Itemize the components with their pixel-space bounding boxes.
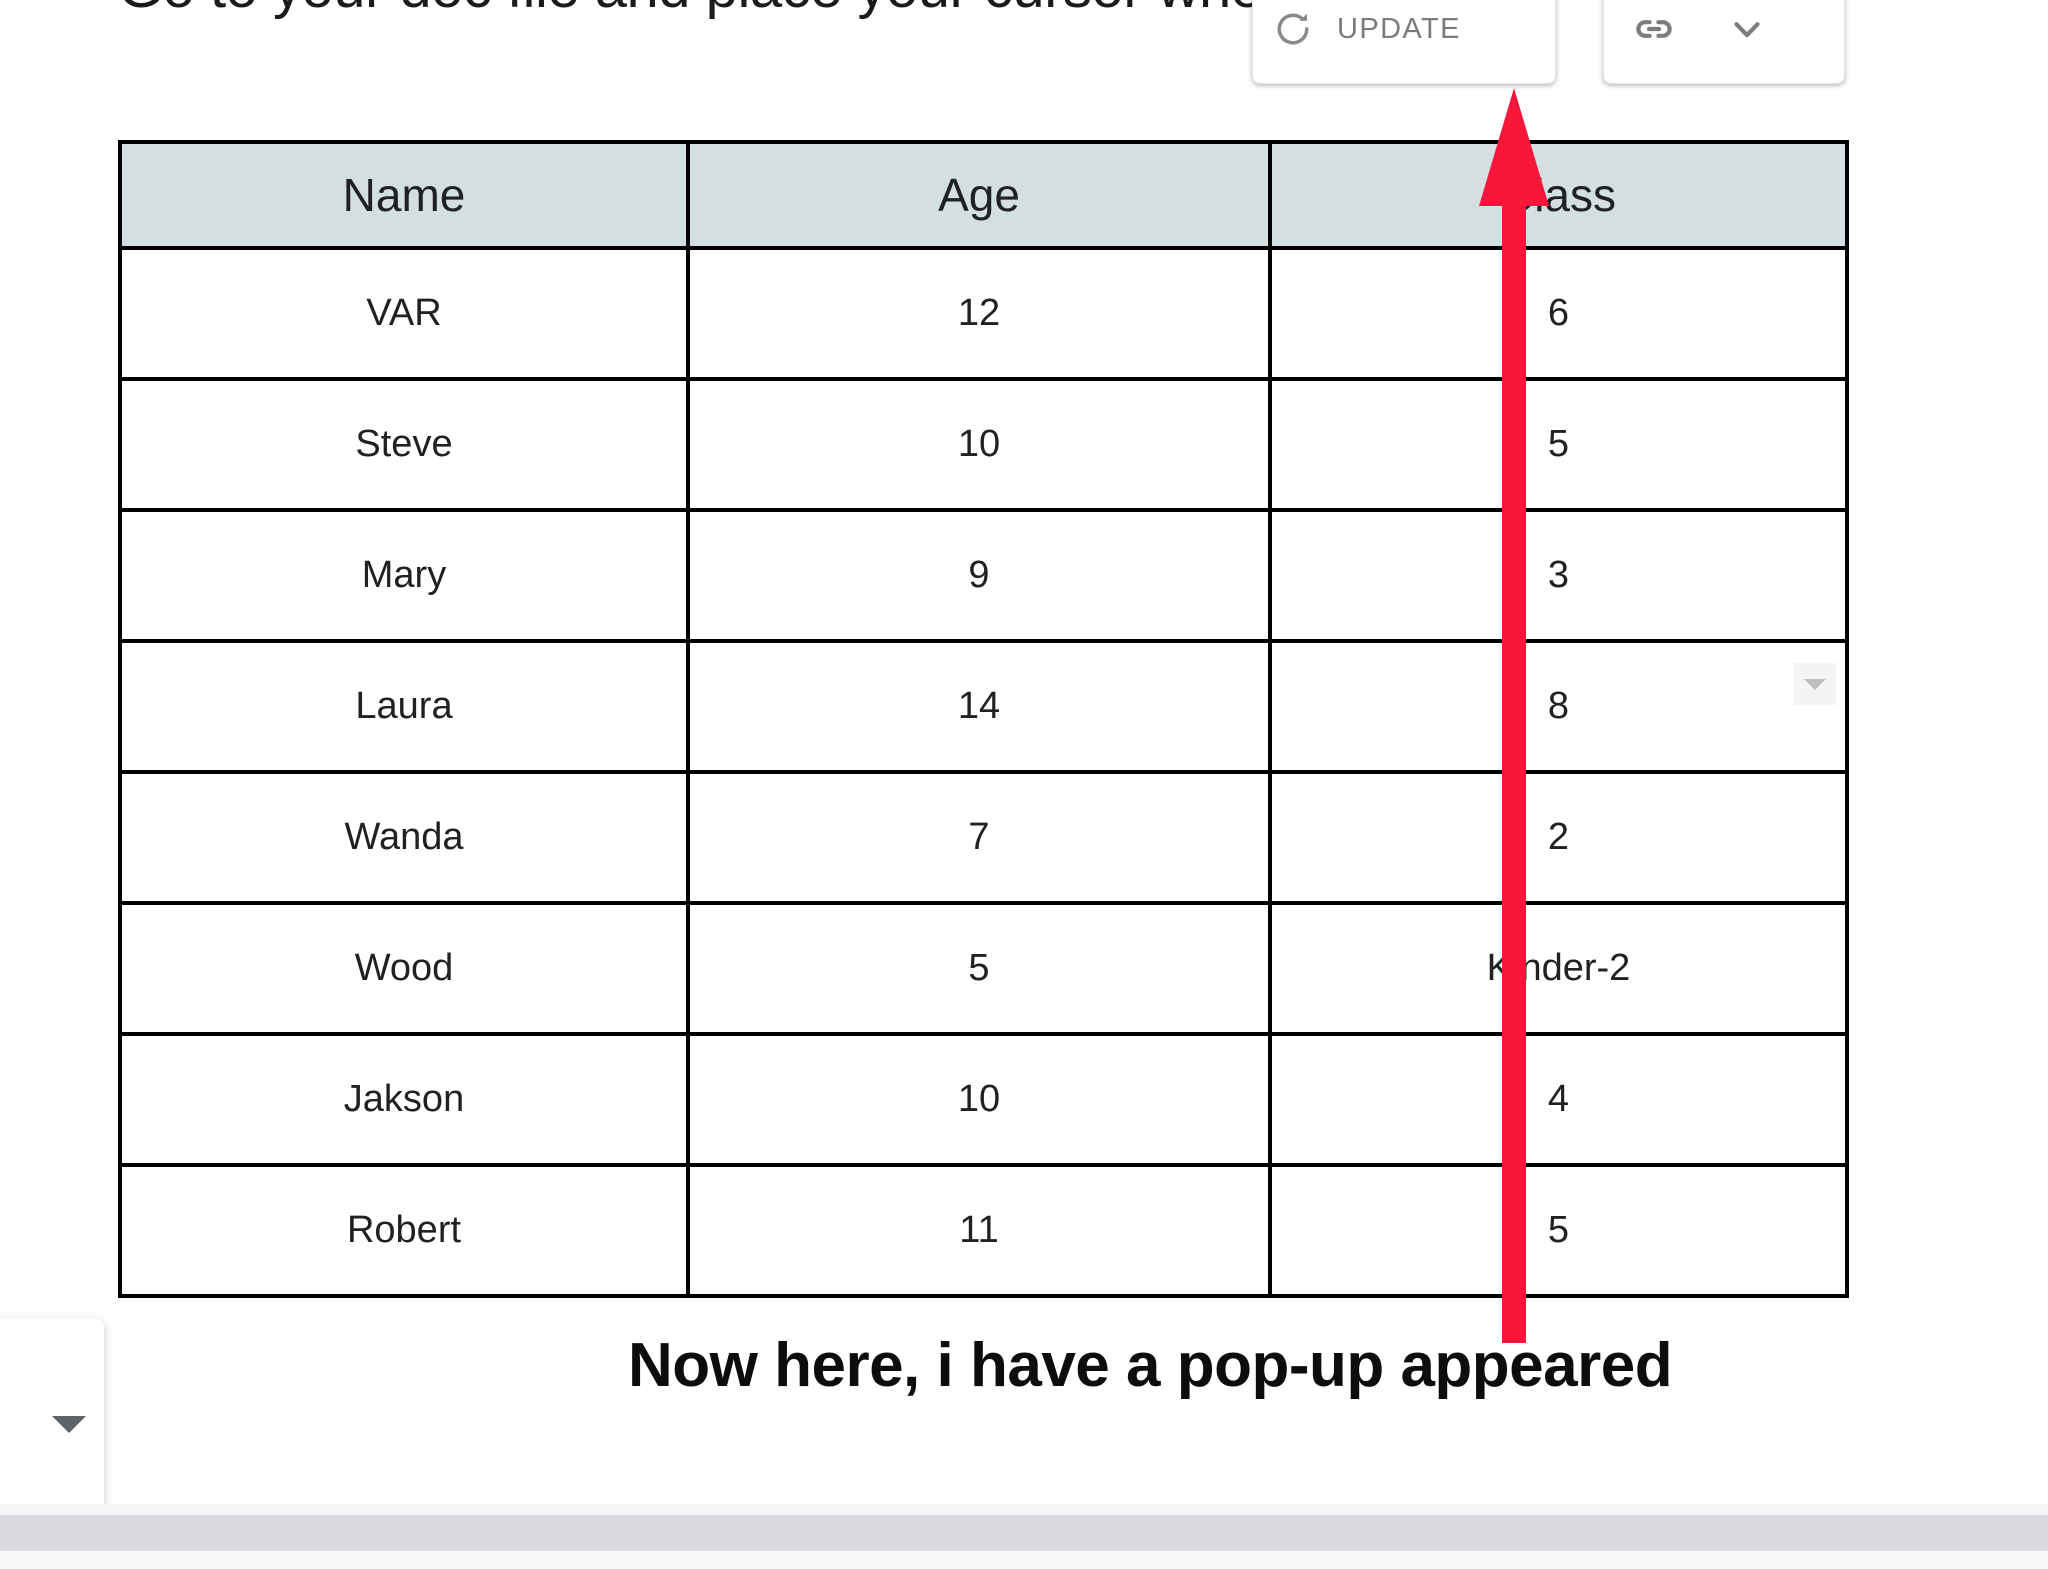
chevron-down-icon[interactable] <box>1724 6 1770 52</box>
cell-age: 12 <box>686 246 1272 381</box>
refresh-icon <box>1271 7 1315 51</box>
dropdown-triangle-icon[interactable] <box>1791 660 1839 708</box>
cell-name: Robert <box>118 1163 690 1298</box>
cell-class: 3 <box>1268 508 1849 643</box>
cell-name: Jakson <box>118 1032 690 1167</box>
table-row: Steve 10 5 <box>118 377 1849 512</box>
table-header-row: Name Age Class <box>118 140 1849 250</box>
window-bottom-edge <box>0 1551 2048 1569</box>
student-table: Name Age Class VAR 12 6 Steve 10 5 Mary … <box>118 140 1849 1298</box>
cell-age: 10 <box>686 377 1272 512</box>
linked-source-popup[interactable] <box>1603 0 1845 84</box>
update-popup[interactable]: UPDATE <box>1252 0 1556 84</box>
column-header-age: Age <box>686 140 1272 250</box>
column-header-name: Name <box>118 140 690 250</box>
cell-class: 8 <box>1268 639 1849 774</box>
column-header-class: Class <box>1268 140 1849 250</box>
cell-age: 10 <box>686 1032 1272 1167</box>
cell-name: VAR <box>118 246 690 381</box>
triangle-glyph <box>1804 678 1826 690</box>
annotation-caption: Now here, i have a pop-up appeared <box>628 1331 1673 1400</box>
cell-age: 11 <box>686 1163 1272 1298</box>
cell-class: 5 <box>1268 377 1849 512</box>
table-row: Mary 9 3 <box>118 508 1849 643</box>
table-row: VAR 12 6 <box>118 246 1849 381</box>
cell-name: Wood <box>118 901 690 1036</box>
cell-age: 5 <box>686 901 1272 1036</box>
link-icon[interactable] <box>1630 5 1678 53</box>
cell-name: Wanda <box>118 770 690 905</box>
cell-name: Laura <box>118 639 690 774</box>
horizontal-scrollbar[interactable] <box>0 1515 2048 1551</box>
cell-class: 4 <box>1268 1032 1849 1167</box>
cell-class: 2 <box>1268 770 1849 905</box>
cell-class: 5 <box>1268 1163 1849 1298</box>
cell-name: Mary <box>118 508 690 643</box>
floating-toolbar-card[interactable] <box>0 1318 104 1510</box>
cell-age: 14 <box>686 639 1272 774</box>
table-row: Wood 5 Kinder-2 <box>118 901 1849 1036</box>
update-button-label[interactable]: UPDATE <box>1337 13 1461 46</box>
bottom-spacer <box>0 1504 2048 1515</box>
caret-down-icon[interactable] <box>52 1416 86 1433</box>
table-row: Robert 11 5 <box>118 1163 1849 1298</box>
cell-age: 9 <box>686 508 1272 643</box>
cell-name: Steve <box>118 377 690 512</box>
table-row: Laura 14 8 <box>118 639 1849 774</box>
cell-class: 6 <box>1268 246 1849 381</box>
table-row: Jakson 10 4 <box>118 1032 1849 1167</box>
table-row: Wanda 7 2 <box>118 770 1849 905</box>
cell-age: 7 <box>686 770 1272 905</box>
student-table-container: Name Age Class VAR 12 6 Steve 10 5 Mary … <box>118 140 1849 1298</box>
cell-class: Kinder-2 <box>1268 901 1849 1036</box>
